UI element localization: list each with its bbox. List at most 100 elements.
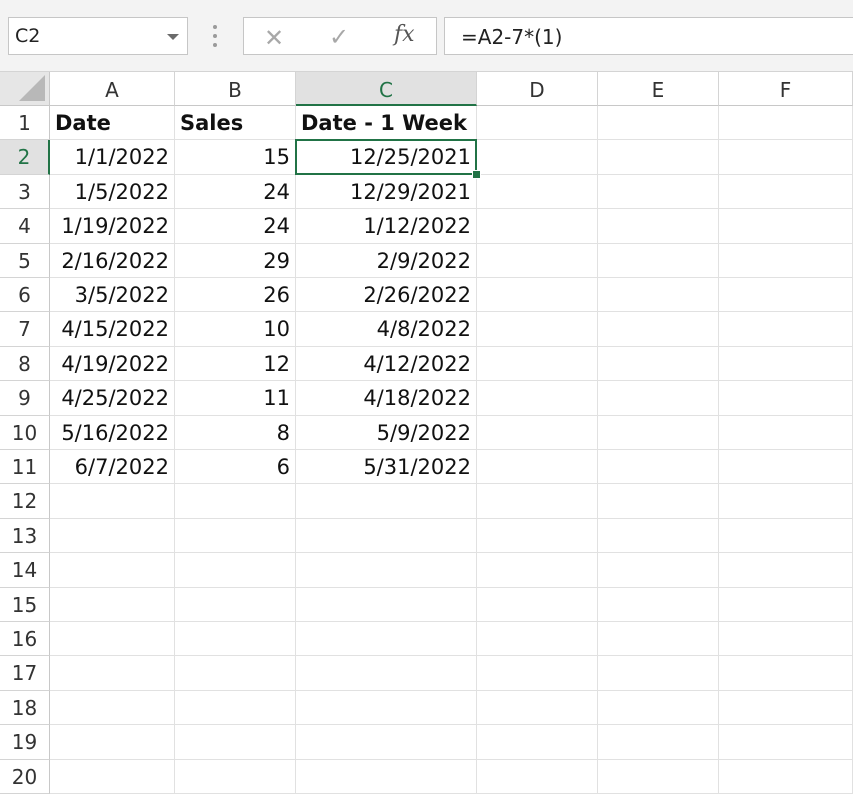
row-header-7[interactable]: 7 xyxy=(0,312,50,347)
row-header-3[interactable]: 3 xyxy=(0,174,50,210)
cell-f19[interactable] xyxy=(719,725,853,760)
cell-a17[interactable] xyxy=(50,656,175,691)
row-header-12[interactable]: 12 xyxy=(0,484,50,519)
cell-f9[interactable] xyxy=(719,381,853,416)
cell-e12[interactable] xyxy=(598,484,719,519)
cell-a19[interactable] xyxy=(50,725,175,760)
cell-c3[interactable]: 12/29/2021 xyxy=(296,174,477,210)
cell-b6[interactable]: 26 xyxy=(175,278,296,313)
cell-a18[interactable] xyxy=(50,690,175,726)
cell-d5[interactable] xyxy=(477,243,598,278)
chevron-down-icon[interactable] xyxy=(167,34,179,40)
insert-function-icon[interactable]: fx xyxy=(394,22,415,47)
cell-e7[interactable] xyxy=(598,312,719,347)
row-header-14[interactable]: 14 xyxy=(0,553,50,588)
cell-c8[interactable]: 4/12/2022 xyxy=(296,346,477,382)
cell-a8[interactable]: 4/19/2022 xyxy=(50,346,175,382)
check-icon[interactable]: ✓ xyxy=(329,23,349,51)
cell-c20[interactable] xyxy=(296,759,477,794)
cell-c16[interactable] xyxy=(296,622,477,657)
cell-e1[interactable] xyxy=(598,106,719,141)
cell-d19[interactable] xyxy=(477,725,598,760)
cell-d4[interactable] xyxy=(477,209,598,244)
cell-c4[interactable]: 1/12/2022 xyxy=(296,209,477,244)
cell-b4[interactable]: 24 xyxy=(175,209,296,244)
cell-b19[interactable] xyxy=(175,725,296,760)
cell-a4[interactable]: 1/19/2022 xyxy=(50,209,175,244)
row-header-9[interactable]: 9 xyxy=(0,381,50,416)
cell-d20[interactable] xyxy=(477,759,598,794)
cell-d14[interactable] xyxy=(477,553,598,588)
cell-b12[interactable] xyxy=(175,484,296,519)
cell-e16[interactable] xyxy=(598,622,719,657)
row-header-18[interactable]: 18 xyxy=(0,690,50,726)
column-header-d[interactable]: D xyxy=(477,72,598,106)
cell-a3[interactable]: 1/5/2022 xyxy=(50,174,175,210)
cell-c19[interactable] xyxy=(296,725,477,760)
cell-b1[interactable]: Sales xyxy=(175,106,296,141)
cell-f20[interactable] xyxy=(719,759,853,794)
cell-b15[interactable] xyxy=(175,587,296,622)
cell-a12[interactable] xyxy=(50,484,175,519)
cell-f8[interactable] xyxy=(719,346,853,382)
cell-a6[interactable]: 3/5/2022 xyxy=(50,278,175,313)
cell-d18[interactable] xyxy=(477,690,598,726)
cell-d2[interactable] xyxy=(477,140,598,175)
cell-f17[interactable] xyxy=(719,656,853,691)
fill-handle[interactable] xyxy=(472,169,481,179)
cell-f4[interactable] xyxy=(719,209,853,244)
cell-b11[interactable]: 6 xyxy=(175,450,296,485)
cell-b8[interactable]: 12 xyxy=(175,346,296,382)
cell-f11[interactable] xyxy=(719,450,853,485)
cell-c13[interactable] xyxy=(296,518,477,554)
cell-d6[interactable] xyxy=(477,278,598,313)
cell-e15[interactable] xyxy=(598,587,719,622)
cell-d11[interactable] xyxy=(477,450,598,485)
cell-a5[interactable]: 2/16/2022 xyxy=(50,243,175,278)
row-header-17[interactable]: 17 xyxy=(0,656,50,691)
cell-c10[interactable]: 5/9/2022 xyxy=(296,415,477,450)
cell-c18[interactable] xyxy=(296,690,477,726)
cell-f12[interactable] xyxy=(719,484,853,519)
cell-e2[interactable] xyxy=(598,140,719,175)
cell-e9[interactable] xyxy=(598,381,719,416)
cell-a2[interactable]: 1/1/2022 xyxy=(50,140,175,175)
cell-a20[interactable] xyxy=(50,759,175,794)
cell-e8[interactable] xyxy=(598,346,719,382)
cell-d17[interactable] xyxy=(477,656,598,691)
column-header-b[interactable]: B xyxy=(175,72,296,106)
cell-c17[interactable] xyxy=(296,656,477,691)
row-header-2[interactable]: 2 xyxy=(0,140,50,175)
row-header-13[interactable]: 13 xyxy=(0,518,50,554)
row-header-10[interactable]: 10 xyxy=(0,415,50,450)
cancel-icon[interactable]: ✕ xyxy=(264,24,284,52)
cell-b3[interactable]: 24 xyxy=(175,174,296,210)
cell-a1[interactable]: Date xyxy=(50,106,175,141)
cell-c7[interactable]: 4/8/2022 xyxy=(296,312,477,347)
column-header-a[interactable]: A xyxy=(50,72,175,106)
cell-e13[interactable] xyxy=(598,518,719,554)
cell-d8[interactable] xyxy=(477,346,598,382)
cell-c5[interactable]: 2/9/2022 xyxy=(296,243,477,278)
row-header-8[interactable]: 8 xyxy=(0,346,50,382)
row-header-20[interactable]: 20 xyxy=(0,759,50,794)
cell-f18[interactable] xyxy=(719,690,853,726)
select-all-button[interactable] xyxy=(0,72,50,106)
cell-a13[interactable] xyxy=(50,518,175,554)
cell-c9[interactable]: 4/18/2022 xyxy=(296,381,477,416)
cell-b2[interactable]: 15 xyxy=(175,140,296,175)
cell-e19[interactable] xyxy=(598,725,719,760)
cell-f3[interactable] xyxy=(719,174,853,210)
cell-d10[interactable] xyxy=(477,415,598,450)
cell-c14[interactable] xyxy=(296,553,477,588)
column-header-f[interactable]: F xyxy=(719,72,853,106)
cell-f6[interactable] xyxy=(719,278,853,313)
cell-b16[interactable] xyxy=(175,622,296,657)
cell-e3[interactable] xyxy=(598,174,719,210)
cell-e20[interactable] xyxy=(598,759,719,794)
cell-a16[interactable] xyxy=(50,622,175,657)
cell-b5[interactable]: 29 xyxy=(175,243,296,278)
cell-f14[interactable] xyxy=(719,553,853,588)
cell-d16[interactable] xyxy=(477,622,598,657)
row-header-15[interactable]: 15 xyxy=(0,587,50,622)
